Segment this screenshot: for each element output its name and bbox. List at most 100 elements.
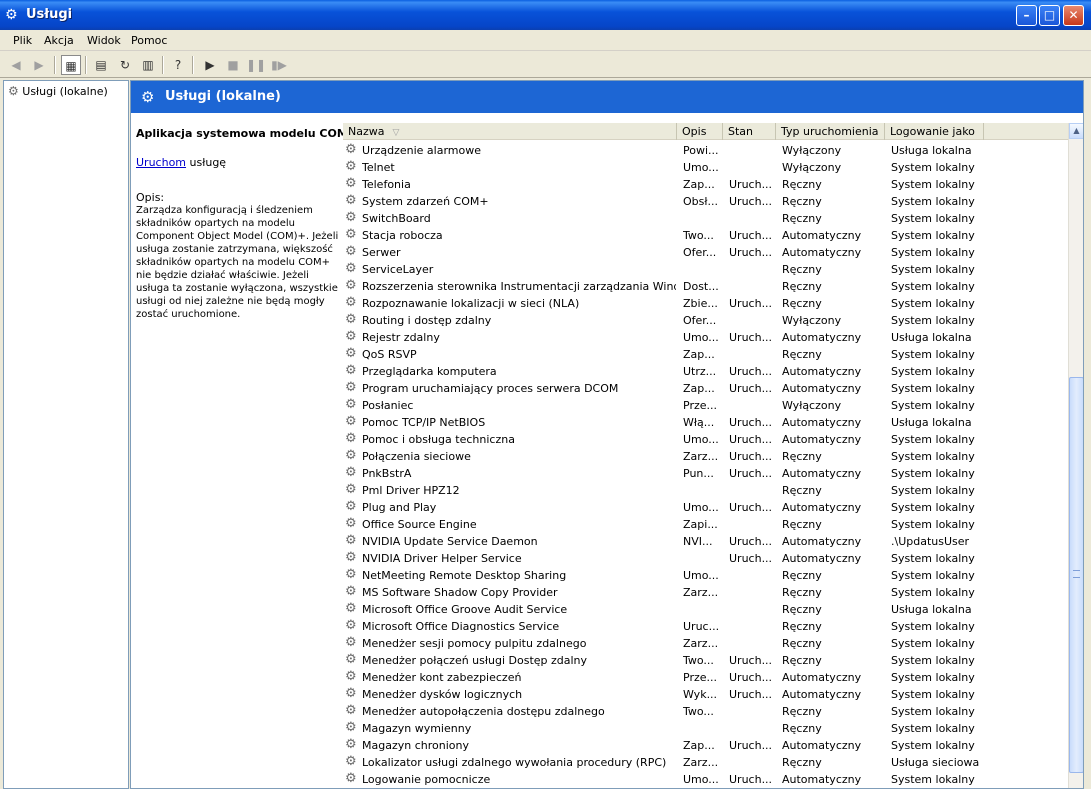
service-status: Uruch...	[729, 450, 773, 463]
service-logon: System lokalny	[891, 246, 975, 259]
service-name: System zdarzeń COM+	[362, 195, 489, 208]
column-header-startup-type[interactable]: Typ uruchomienia	[776, 123, 885, 140]
column-header-logon-as[interactable]: Logowanie jako	[885, 123, 984, 140]
table-row[interactable]: ⚙ Menedżer kont zabezpieczeń Prze... Uruch.…	[343, 669, 1068, 686]
service-logon: Usługa lokalna	[891, 416, 972, 429]
properties-icon[interactable]: ▤	[91, 55, 111, 75]
service-logon: System lokalny	[891, 195, 975, 208]
tree-item-local-services[interactable]: ⚙ Usługi (lokalne)	[8, 84, 108, 98]
table-row[interactable]: ⚙ MS Software Shadow Copy Provider Zarz...…	[343, 584, 1068, 601]
service-gear-icon: ⚙	[345, 771, 357, 786]
start-service-icon[interactable]: ▶	[200, 55, 220, 75]
table-row[interactable]: ⚙ ServiceLayer Ręczny System lokalny	[343, 261, 1068, 278]
table-row[interactable]: ⚙ Rozszerzenia sterownika Instrumentacji …	[343, 278, 1068, 295]
column-header-name[interactable]: Nazwa ▽	[343, 123, 677, 140]
column-header-description[interactable]: Opis	[677, 123, 723, 140]
table-row[interactable]: ⚙ Lokalizator usługi zdalnego wywołania p…	[343, 754, 1068, 771]
table-row[interactable]: ⚙ Rozpoznawanie lokalizacji w sieci (NLA)…	[343, 295, 1068, 312]
service-logon: System lokalny	[891, 722, 975, 735]
service-name: Posłaniec	[362, 399, 414, 412]
service-name: Menedżer autopołączenia dostępu zdalnego	[362, 705, 605, 718]
maximize-button[interactable]: □	[1039, 5, 1060, 26]
forward-arrow-icon[interactable]: ▶	[29, 55, 49, 75]
table-row[interactable]: ⚙ Telnet Umo... Wyłączony System lokalny	[343, 159, 1068, 176]
refresh-icon[interactable]: ↻	[115, 55, 135, 75]
services-gear-icon: ⚙	[8, 84, 19, 98]
minimize-button[interactable]: –	[1016, 5, 1037, 26]
table-row[interactable]: ⚙ Program uruchamiający proces serwera DC…	[343, 380, 1068, 397]
description-line: usługa zostanie zatrzymana, większość	[136, 244, 333, 255]
table-row[interactable]: ⚙ Menedżer dysków logicznych Wyk... Uruch..…	[343, 686, 1068, 703]
table-row[interactable]: ⚙ NetMeeting Remote Desktop Sharing Umo...…	[343, 567, 1068, 584]
menu-akcja[interactable]: Akcja	[44, 34, 74, 47]
service-logon: System lokalny	[891, 161, 975, 174]
table-row[interactable]: ⚙ Połączenia sieciowe Zarz... Uruch... Ręczn…	[343, 448, 1068, 465]
restart-service-icon[interactable]: ▮▶	[269, 55, 289, 75]
export-list-icon[interactable]: ▥	[138, 55, 158, 75]
column-header-status[interactable]: Stan	[723, 123, 776, 140]
table-row[interactable]: ⚙ NVIDIA Update Service Daemon NVI... Uruch…	[343, 533, 1068, 550]
service-name: Pomoc TCP/IP NetBIOS	[362, 416, 486, 429]
table-row[interactable]: ⚙ Routing i dostęp zdalny Ofer... Wyłączony…	[343, 312, 1068, 329]
service-status: Uruch...	[729, 654, 773, 667]
start-service-suffix: usługę	[186, 156, 227, 169]
service-logon: System lokalny	[891, 450, 975, 463]
toolbar-separator	[192, 56, 194, 74]
table-row[interactable]: ⚙ Menedżer sesji pomocy pulpitu zdalnego Z…	[343, 635, 1068, 652]
table-row[interactable]: ⚙ Posłaniec Prze... Wyłączony System lokalny	[343, 397, 1068, 414]
start-service-link[interactable]: Uruchom	[136, 156, 186, 169]
service-startup-type: Ręczny	[782, 348, 822, 361]
table-row[interactable]: ⚙ Microsoft Office Groove Audit Service Rę…	[343, 601, 1068, 618]
pause-service-icon[interactable]: ❚❚	[246, 55, 266, 75]
service-startup-type: Automatyczny	[782, 433, 862, 446]
service-description: Prze...	[683, 671, 717, 684]
table-row[interactable]: ⚙ Microsoft Office Diagnostics Service Uru…	[343, 618, 1068, 635]
service-status: Uruch...	[729, 365, 773, 378]
service-name: Serwer	[362, 246, 401, 259]
service-startup-type: Wyłączony	[782, 399, 842, 412]
table-row[interactable]: ⚙ Pml Driver HPZ12 Ręczny System lokalny	[343, 482, 1068, 499]
table-row[interactable]: ⚙ PnkBstrA Pun... Uruch... Automatyczny Syste…	[343, 465, 1068, 482]
service-actions: Uruchom usługę	[136, 156, 341, 169]
table-row[interactable]: ⚙ Serwer Ofer... Uruch... Automatyczny System…	[343, 244, 1068, 261]
service-gear-icon: ⚙	[345, 380, 357, 395]
table-row[interactable]: ⚙ Logowanie pomocnicze Umo... Uruch... Autom…	[343, 771, 1068, 788]
close-button[interactable]: ✕	[1063, 5, 1084, 26]
table-row[interactable]: ⚙ Office Source Engine Zapi... Ręczny System…	[343, 516, 1068, 533]
table-row[interactable]: ⚙ Magazyn chroniony Zap... Uruch... Automaty…	[343, 737, 1068, 754]
menu-plik[interactable]: Plik	[13, 34, 32, 47]
table-row[interactable]: ⚙ Magazyn wymienny Ręczny System lokalny	[343, 720, 1068, 737]
description-line: usługi od niej zależne nie będą mogły	[136, 296, 325, 307]
table-row[interactable]: ⚙ Urządzenie alarmowe Powi... Wyłączony Usłu…	[343, 142, 1068, 159]
table-row[interactable]: ⚙ Stacja robocza Two... Uruch... Automatyczn…	[343, 227, 1068, 244]
table-row[interactable]: ⚙ Menedżer połączeń usługi Dostęp zdalny T…	[343, 652, 1068, 669]
table-row[interactable]: ⚙ Menedżer autopołączenia dostępu zdalneg…	[343, 703, 1068, 720]
service-description: Umo...	[683, 433, 719, 446]
service-startup-type: Automatyczny	[782, 773, 862, 786]
table-row[interactable]: ⚙ Pomoc TCP/IP NetBIOS Włą... Uruch... Autom…	[343, 414, 1068, 431]
service-name: Menedżer kont zabezpieczeń	[362, 671, 522, 684]
show-console-tree-icon[interactable]: ▦	[61, 55, 81, 75]
table-row[interactable]: ⚙ System zdarzeń COM+ Obsł... Uruch... Ręczn…	[343, 193, 1068, 210]
back-arrow-icon[interactable]: ◀	[6, 55, 26, 75]
description-line: Zarządza konfiguracją i śledzeniem	[136, 205, 313, 216]
scroll-up-icon[interactable]: ▲	[1069, 123, 1083, 139]
service-name: MS Software Shadow Copy Provider	[362, 586, 558, 599]
table-row[interactable]: ⚙ Przeglądarka komputera Utrz... Uruch... Au…	[343, 363, 1068, 380]
table-row[interactable]: ⚙ Pomoc i obsługa techniczna Umo... Uruch..…	[343, 431, 1068, 448]
help-icon[interactable]: ?	[168, 55, 188, 75]
table-row[interactable]: ⚙ Rejestr zdalny Umo... Uruch... Automatyczn…	[343, 329, 1068, 346]
service-gear-icon: ⚙	[345, 584, 357, 599]
scroll-thumb[interactable]	[1069, 377, 1083, 773]
stop-service-icon[interactable]: ■	[223, 55, 243, 75]
service-startup-type: Automatyczny	[782, 688, 862, 701]
table-row[interactable]: ⚙ Telefonia Zap... Uruch... Ręczny System lok…	[343, 176, 1068, 193]
service-description: Utrz...	[683, 365, 717, 378]
table-row[interactable]: ⚙ NVIDIA Driver Helper Service Uruch... Aut…	[343, 550, 1068, 567]
table-row[interactable]: ⚙ SwitchBoard Ręczny System lokalny	[343, 210, 1068, 227]
table-row[interactable]: ⚙ Plug and Play Umo... Uruch... Automatyczny…	[343, 499, 1068, 516]
menu-pomoc[interactable]: Pomoc	[131, 34, 167, 47]
table-row[interactable]: ⚙ QoS RSVP Zap... Ręczny System lokalny	[343, 346, 1068, 363]
menu-widok[interactable]: Widok	[87, 34, 121, 47]
vertical-scrollbar[interactable]: ▲	[1068, 123, 1083, 788]
